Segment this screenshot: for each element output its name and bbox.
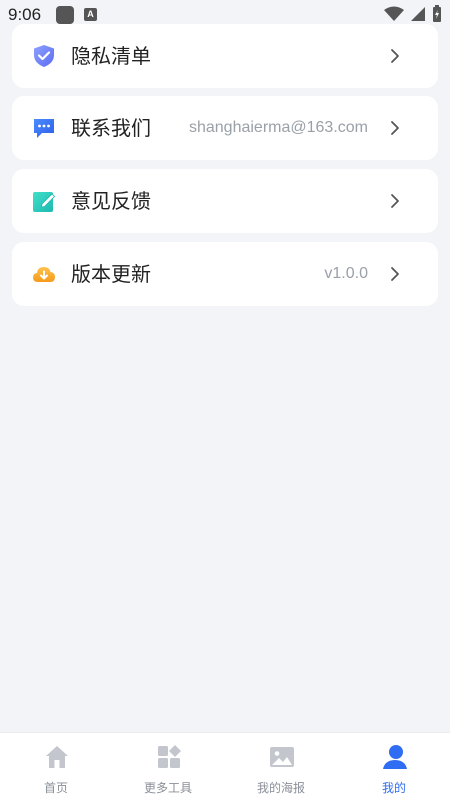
menu-item-contact-us[interactable]: 联系我们 shanghaierma@163.com <box>12 96 438 160</box>
bottom-tab-bar: 首页 更多工具 我的海报 我的 <box>0 732 450 801</box>
tab-label: 首页 <box>43 781 68 795</box>
cellular-signal-icon <box>411 7 425 21</box>
chevron-right-icon <box>391 49 399 63</box>
menu-item-label: 版本更新 <box>71 262 151 286</box>
shield-check-icon <box>34 45 54 67</box>
status-indicators <box>384 5 442 23</box>
tab-home[interactable]: 首页 <box>0 733 112 801</box>
chevron-right-icon <box>391 121 399 135</box>
menu-item-feedback[interactable]: 意见反馈 <box>12 169 438 233</box>
battery-icon <box>433 5 441 22</box>
chat-bubble-icon <box>34 119 54 138</box>
menu-item-label: 意见反馈 <box>71 189 151 213</box>
grid-tools-icon <box>158 745 181 768</box>
menu-item-privacy-list[interactable]: 隐私清单 <box>12 24 438 88</box>
tab-mine[interactable]: 我的 <box>338 733 450 801</box>
menu-item-label: 联系我们 <box>71 116 151 140</box>
tab-more-tools[interactable]: 更多工具 <box>112 733 224 801</box>
tab-label: 更多工具 <box>143 781 192 795</box>
tab-my-posters[interactable]: 我的海报 <box>225 733 337 801</box>
home-icon <box>46 746 68 768</box>
menu-item-version-update[interactable]: 版本更新 v1.0.0 <box>12 242 438 306</box>
notification-app-icon <box>56 6 74 24</box>
notification-letter-icon: A <box>84 8 97 21</box>
user-icon <box>383 745 407 769</box>
app-version: v1.0.0 <box>324 265 368 282</box>
feedback-edit-icon <box>33 192 56 212</box>
contact-email: shanghaierma@163.com <box>188 119 368 136</box>
menu-item-label: 隐私清单 <box>71 44 151 68</box>
chevron-right-icon <box>391 194 399 208</box>
chevron-right-icon <box>391 267 399 281</box>
wifi-icon <box>384 6 404 21</box>
cloud-download-icon <box>33 267 55 282</box>
tab-label: 我的 <box>381 781 406 795</box>
status-time: 9:06 <box>8 5 42 24</box>
image-icon <box>270 747 294 767</box>
tab-label: 我的海报 <box>256 781 305 795</box>
